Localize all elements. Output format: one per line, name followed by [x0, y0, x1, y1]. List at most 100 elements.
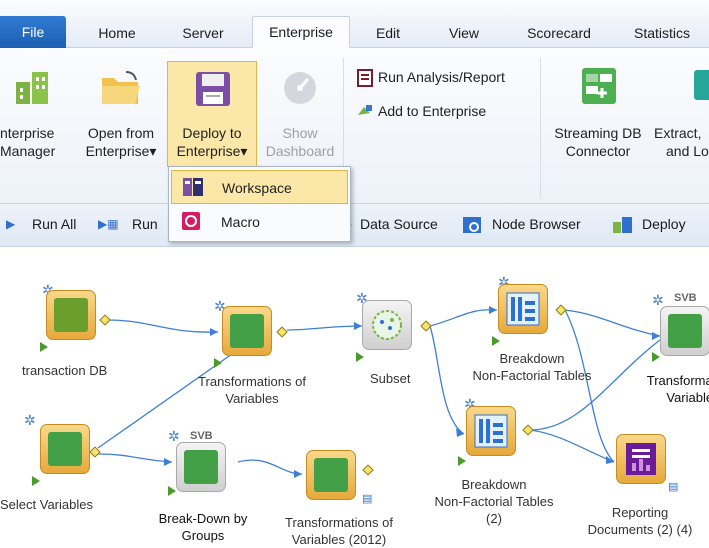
tab-edit[interactable]: Edit: [366, 18, 410, 48]
node-break-down-by-groups[interactable]: [176, 442, 226, 492]
report-document-icon: [626, 443, 656, 475]
breakdown-icon: [506, 292, 540, 326]
node-label-select-variables: Select Variables: [0, 497, 93, 512]
menu-item-macro[interactable]: Macro: [171, 205, 348, 239]
streaming-db-connector-button[interactable]: Streaming DB Connector: [544, 48, 652, 168]
deploy-icon: [613, 217, 632, 233]
document-icon: ▤: [362, 493, 373, 505]
node-label-breakdown-2: Breakdown Non-Factorial Tables (2): [424, 476, 564, 527]
node-transformations-of-variables[interactable]: [222, 306, 272, 356]
table-grid-icon: [230, 314, 264, 348]
add-enterprise-icon: [358, 105, 372, 115]
streaming-db-label-1: Streaming DB: [554, 125, 642, 141]
run-node-icon[interactable]: [32, 476, 40, 486]
node-subset[interactable]: [362, 300, 412, 350]
node-browser-icon: [463, 217, 481, 233]
menu-item-workspace[interactable]: Workspace: [171, 170, 348, 204]
run-icon: ▶▦: [98, 217, 119, 231]
svb-badge: SVB: [674, 292, 697, 304]
run-node-icon[interactable]: [356, 352, 364, 362]
open-from-enterprise-label-2: Enterprise▾: [85, 143, 157, 159]
table-grid-icon: [184, 450, 218, 484]
node-browser-button[interactable]: Node Browser: [492, 216, 581, 232]
document-icon: ▤: [668, 481, 679, 493]
extract-icon: [694, 70, 709, 100]
run-button[interactable]: Run: [132, 216, 158, 232]
open-from-enterprise-button[interactable]: Open from Enterprise▾: [76, 48, 166, 168]
node-label-reporting-documents: Reporting Documents (2) (4): [580, 504, 700, 538]
label-line: Groups: [181, 528, 225, 543]
enterprise-manager-button[interactable]: nterprise Manager: [0, 48, 74, 168]
run-node-icon[interactable]: [40, 342, 48, 352]
add-to-enterprise-button[interactable]: Add to Enterprise: [350, 102, 538, 124]
streaming-db-icon: [582, 68, 616, 104]
label-line: Variables: [666, 390, 709, 405]
deploy-to-enterprise-label-1: Deploy to: [182, 125, 242, 141]
tab-enterprise[interactable]: Enterprise: [252, 16, 350, 48]
tab-scorecard[interactable]: Scorecard: [514, 18, 604, 48]
subset-icon: [372, 310, 402, 340]
workspace-icon: [183, 178, 203, 196]
run-node-icon[interactable]: [458, 456, 466, 466]
workflow-connections: [97, 306, 661, 478]
extract-button[interactable]: Extract, and Lo: [652, 48, 709, 168]
menu-item-macro-label: Macro: [221, 214, 260, 230]
data-source-button[interactable]: Data Source: [360, 216, 438, 232]
workflow-toolbar: ▶ Run All ▶▦ Run ▸ Data Source Node Brow…: [0, 203, 709, 247]
gear-icon: ✲: [24, 412, 36, 428]
workflow-canvas[interactable]: ✲ transaction DB ✲ Transformations of Va…: [0, 248, 709, 547]
enterprise-manager-icon: [16, 72, 48, 104]
label-line: Transformations of: [198, 374, 306, 389]
node-label-transaction-db: transaction DB: [22, 363, 108, 378]
dashboard-gauge-icon: [284, 72, 316, 104]
menu-item-workspace-label: Workspace: [222, 180, 292, 196]
label-line: Variables (2012): [291, 532, 387, 547]
run-node-icon[interactable]: [492, 336, 500, 346]
run-node-icon[interactable]: [168, 486, 176, 496]
node-label-break-down-by-groups: Break-Down by Groups: [148, 510, 258, 544]
tab-view[interactable]: View: [436, 18, 492, 48]
show-dashboard-button[interactable]: Show Dashboard: [258, 48, 342, 168]
node-reporting-documents[interactable]: [616, 434, 666, 484]
node-select-variables[interactable]: [40, 424, 90, 474]
run-analysis-report-button[interactable]: Run Analysis/Report: [350, 68, 538, 90]
run-node-icon[interactable]: [652, 352, 660, 362]
label-line: (2): [486, 511, 502, 526]
breakdown-icon: [474, 414, 508, 448]
node-transaction-db[interactable]: [46, 290, 96, 340]
label-line: Reporting: [611, 505, 669, 520]
tab-statistics[interactable]: Statistics: [622, 18, 702, 48]
node-transformations-2012[interactable]: [306, 450, 356, 500]
deploy-button[interactable]: Deploy: [642, 216, 686, 232]
tab-server[interactable]: Server: [168, 18, 238, 48]
tab-file[interactable]: File: [0, 16, 66, 48]
node-breakdown-non-factorial[interactable]: [498, 284, 548, 334]
deploy-to-enterprise-button[interactable]: Deploy to Enterprise▾: [167, 61, 257, 167]
node-transformations-right[interactable]: [660, 306, 709, 356]
show-dashboard-label-1: Show: [282, 125, 318, 141]
tab-home[interactable]: Home: [82, 18, 152, 48]
table-grid-icon: [668, 314, 702, 348]
table-grid-icon: [48, 432, 82, 466]
deploy-dropdown-menu: Workspace Macro: [168, 166, 351, 242]
extract-label-2: and Lo: [666, 143, 709, 159]
label-line: Non-Factorial Tables: [434, 494, 554, 509]
node-breakdown-non-factorial-2[interactable]: [466, 406, 516, 456]
label-line: Breakdown: [499, 351, 565, 366]
svb-badge: SVB: [190, 430, 213, 442]
label-line: Transformati: [646, 373, 709, 388]
arrow-right-icon: ▶: [6, 217, 16, 231]
ribbon-separator: [540, 58, 541, 198]
ribbon-tab-bar: File Home Server Enterprise Edit View Sc…: [0, 0, 709, 48]
deploy-to-enterprise-label-2: Enterprise▾: [176, 143, 248, 159]
run-all-button[interactable]: Run All: [32, 216, 76, 232]
label-line: Variables: [225, 391, 279, 406]
label-line: Break-Down by: [158, 511, 248, 526]
label-line: Non-Factorial Tables: [472, 368, 592, 383]
run-node-icon[interactable]: [214, 358, 222, 368]
save-disk-icon: [196, 72, 230, 106]
node-label-transformations: Transformations of Variables: [192, 373, 312, 407]
node-label-subset: Subset: [370, 371, 411, 386]
extract-label-1: Extract,: [654, 125, 702, 141]
label-line: Transformations of: [285, 515, 393, 530]
